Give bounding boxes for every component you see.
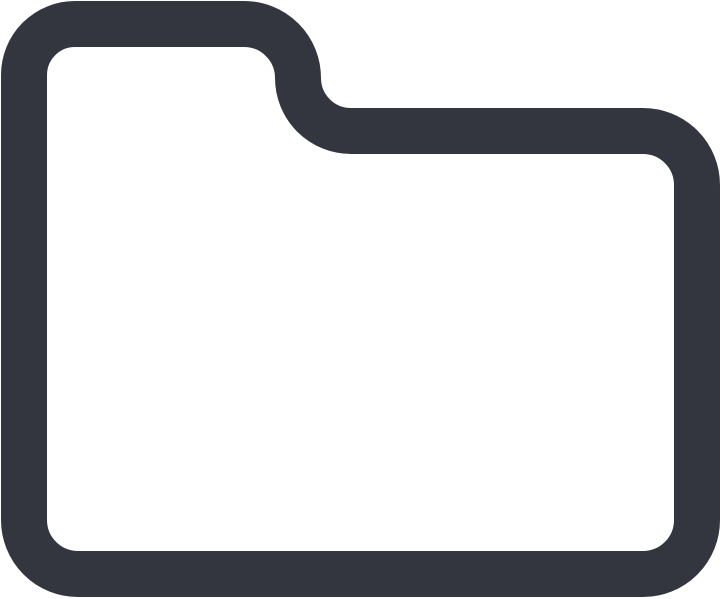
icon-canvas <box>0 0 721 599</box>
folder-icon <box>1 1 720 597</box>
folder-outline <box>1 1 720 597</box>
